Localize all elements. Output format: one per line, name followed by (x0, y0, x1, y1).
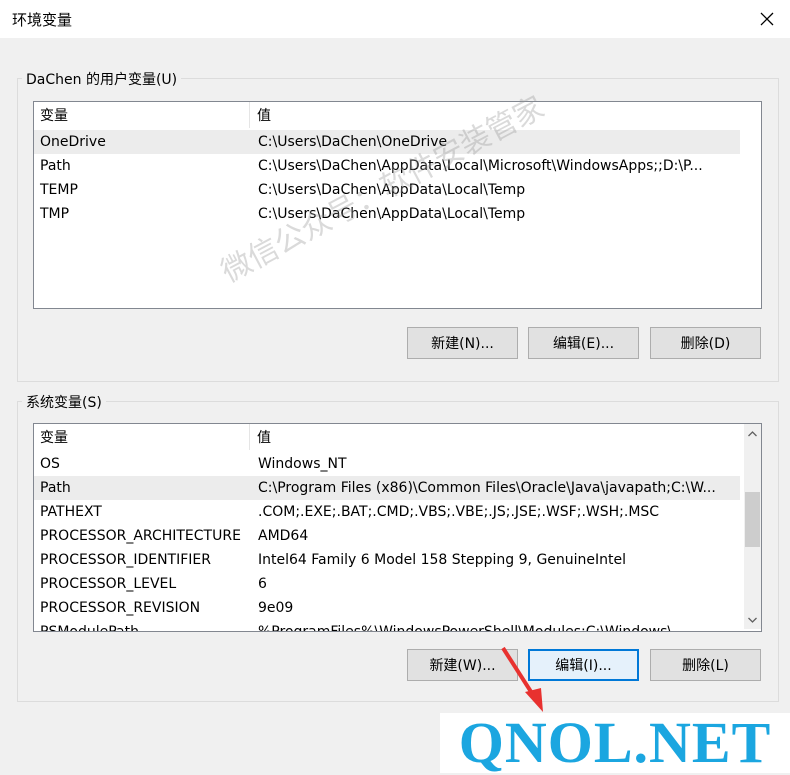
var-value: C:\Program Files (x86)\Common Files\Orac… (258, 480, 716, 496)
system-vars-legend: 系统变量(S) (22, 392, 106, 412)
var-name: PROCESSOR_ARCHITECTURE (40, 528, 241, 544)
user-var-row[interactable]: TEMP C:\Users\DaChen\AppData\Local\Temp (34, 178, 740, 202)
var-name: PROCESSOR_LEVEL (40, 576, 177, 592)
var-value: 9e09 (258, 600, 294, 616)
column-header-variable[interactable]: 变量 (34, 424, 250, 450)
title-bar: 环境变量 (0, 0, 790, 38)
var-name: PROCESSOR_IDENTIFIER (40, 552, 211, 568)
system-var-row[interactable]: Path C:\Program Files (x86)\Common Files… (34, 476, 740, 500)
system-var-row[interactable]: PATHEXT .COM;.EXE;.BAT;.CMD;.VBS;.VBE;.J… (34, 500, 740, 524)
var-value: Windows_NT (258, 456, 347, 472)
system-var-row[interactable]: PROCESSOR_IDENTIFIER Intel64 Family 6 Mo… (34, 548, 740, 572)
chevron-down-icon (748, 617, 757, 623)
user-vars-header: 变量 值 (34, 102, 761, 128)
column-header-value[interactable]: 值 (250, 424, 271, 450)
var-value: C:\Users\DaChen\AppData\Local\Temp (258, 206, 526, 222)
var-value: C:\Users\DaChen\AppData\Local\Temp (258, 182, 526, 198)
var-value: C:\Users\DaChen\AppData\Local\Microsoft\… (258, 158, 703, 174)
window-title: 环境变量 (12, 11, 73, 29)
scroll-thumb[interactable] (745, 492, 760, 547)
brand-watermark: QNOL.NET (440, 713, 790, 773)
var-value: %ProgramFiles%\WindowsPowerShell\Modules… (258, 624, 686, 632)
user-new-button[interactable]: 新建(N)... (407, 327, 518, 359)
user-var-row[interactable]: Path C:\Users\DaChen\AppData\Local\Micro… (34, 154, 740, 178)
system-vars-header: 变量 值 (34, 424, 742, 450)
system-var-row[interactable]: PSModulePath %ProgramFiles%\WindowsPower… (34, 620, 740, 632)
scroll-up-button[interactable] (744, 425, 761, 442)
scroll-down-button[interactable] (744, 611, 761, 628)
system-vars-scrollbar[interactable] (744, 424, 761, 629)
user-vars-list[interactable]: 变量 值 OneDrive C:\Users\DaChen\OneDrive P… (33, 101, 762, 309)
var-name: PATHEXT (40, 504, 102, 520)
var-value: Intel64 Family 6 Model 158 Stepping 9, G… (258, 552, 627, 568)
var-name: OneDrive (40, 134, 106, 150)
var-value: C:\Users\DaChen\OneDrive (258, 134, 448, 150)
var-name: PROCESSOR_REVISION (40, 600, 201, 616)
var-value: .COM;.EXE;.BAT;.CMD;.VBS;.VBE;.JS;.JSE;.… (258, 504, 660, 520)
var-name: TEMP (40, 182, 78, 198)
system-var-row[interactable]: PROCESSOR_ARCHITECTURE AMD64 (34, 524, 740, 548)
column-header-value[interactable]: 值 (250, 102, 271, 128)
var-name: TMP (40, 206, 70, 222)
user-var-row[interactable]: OneDrive C:\Users\DaChen\OneDrive (34, 130, 740, 154)
system-vars-list[interactable]: 变量 值 OS Windows_NT Path C:\Program Files… (33, 423, 762, 632)
system-var-row[interactable]: OS Windows_NT (34, 452, 740, 476)
var-name: OS (40, 456, 60, 472)
var-name: PSModulePath (40, 624, 139, 632)
system-var-row[interactable]: PROCESSOR_REVISION 9e09 (34, 596, 740, 620)
annotation-arrow-icon (501, 646, 543, 712)
system-delete-button[interactable]: 删除(L) (650, 649, 761, 681)
var-name: Path (40, 158, 71, 174)
user-var-row[interactable]: TMP C:\Users\DaChen\AppData\Local\Temp (34, 202, 740, 226)
column-header-variable[interactable]: 变量 (34, 102, 250, 128)
user-edit-button[interactable]: 编辑(E)... (528, 327, 639, 359)
system-var-row[interactable]: PROCESSOR_LEVEL 6 (34, 572, 740, 596)
user-vars-legend: DaChen 的用户变量(U) (22, 69, 182, 89)
close-icon (760, 12, 774, 26)
var-name: Path (40, 480, 71, 496)
user-delete-button[interactable]: 删除(D) (650, 327, 761, 359)
var-value: AMD64 (258, 528, 309, 544)
var-value: 6 (258, 576, 267, 592)
close-button[interactable] (752, 4, 782, 34)
chevron-up-icon (748, 430, 757, 436)
